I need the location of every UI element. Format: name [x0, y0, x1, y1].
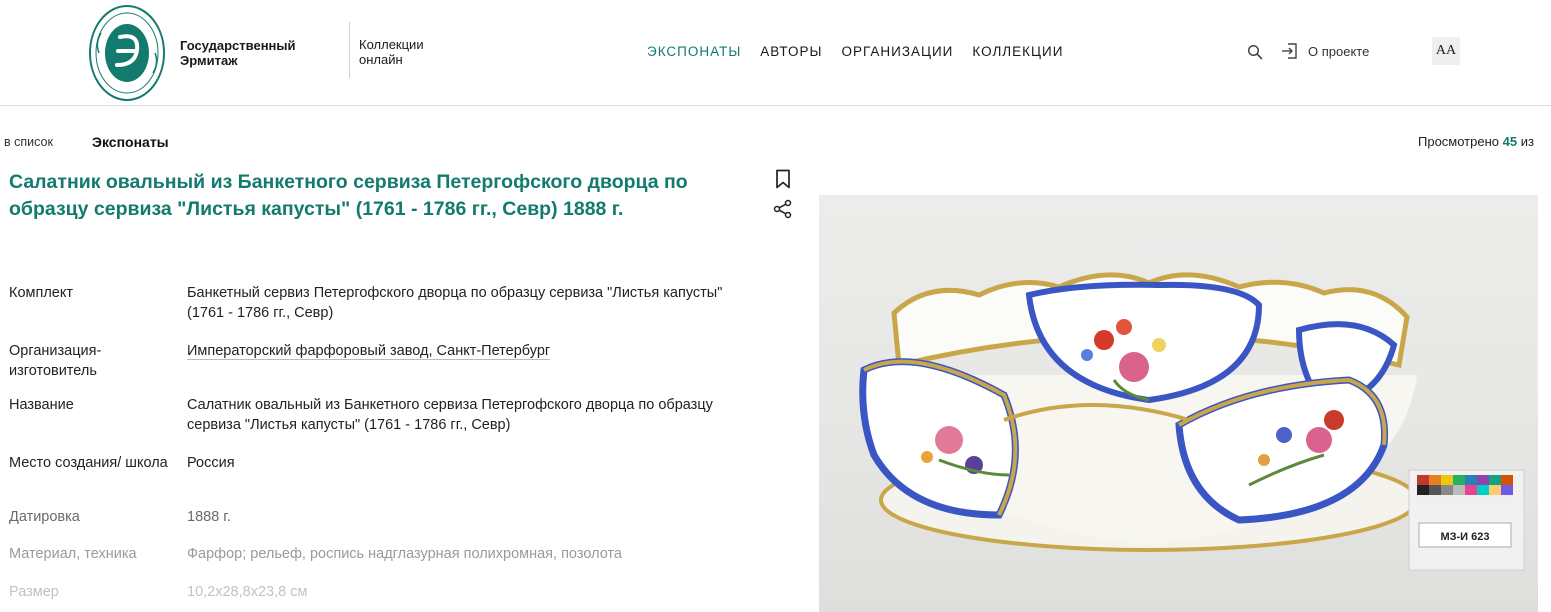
detail-label: Материал, техника: [9, 546, 137, 562]
inventory-tag: МЗ-И 623: [1440, 531, 1489, 543]
back-to-list-link[interactable]: в список: [4, 135, 53, 149]
login-icon[interactable]: [1281, 42, 1299, 60]
section-line2: онлайн: [359, 52, 403, 67]
viewed-suffix: из: [1520, 134, 1534, 149]
museum-name-line2: Эрмитаж: [180, 53, 238, 68]
breadcrumb-current: Экспонаты: [92, 134, 169, 150]
detail-value: Фарфор; рельеф, роспись надглазурная пол…: [187, 546, 622, 562]
museum-name-line1: Государственный: [180, 38, 296, 53]
detail-value: Банкетный сервиз Петергофского дворца по…: [187, 285, 723, 321]
detail-value: Россия: [187, 455, 235, 471]
font-size-button[interactable]: AA: [1432, 37, 1460, 65]
page-title: Салатник овальный из Банкетного сервиза …: [9, 171, 688, 220]
share-icon[interactable]: [773, 199, 793, 219]
museum-name[interactable]: Государственный Эрмитаж: [180, 38, 296, 68]
viewed-count: 45: [1502, 134, 1518, 149]
hermitage-logo[interactable]: [87, 3, 167, 103]
maker-link[interactable]: Императорский фарфоровый завод, Санкт-Пе…: [187, 341, 747, 361]
detail-label: Комплект: [9, 285, 74, 301]
detail-value: Салатник овальный из Банкетного сервиза …: [187, 397, 713, 433]
porcelain-bowl-image: МЗ-И 623: [859, 272, 1525, 571]
nav-collections[interactable]: КОЛЛЕКЦИИ: [972, 44, 1063, 59]
detail-label: Организация-изготовитель: [9, 343, 102, 379]
detail-value: 10,2x28,8x23,8 см: [187, 584, 308, 600]
detail-label: Название: [9, 397, 74, 413]
section-line1: Коллекции: [359, 37, 424, 52]
viewed-prefix: Просмотрено: [1418, 134, 1500, 149]
nav-exhibits[interactable]: ЭКСПОНАТЫ: [647, 44, 741, 59]
header-divider: [349, 22, 350, 78]
detail-label: Место создания/ школа: [9, 455, 168, 471]
main-nav: ЭКСПОНАТЫ АВТОРЫ ОРГАНИЗАЦИИ КОЛЛЕКЦИИ: [647, 44, 1063, 59]
viewed-counter: Просмотрено 45 из: [1418, 134, 1534, 149]
exhibit-photo[interactable]: МЗ-И 623: [819, 195, 1538, 612]
detail-label: Датировка: [9, 509, 80, 525]
nav-authors[interactable]: АВТОРЫ: [760, 44, 822, 59]
nav-organizations[interactable]: ОРГАНИЗАЦИИ: [841, 44, 953, 59]
about-project-link[interactable]: О проекте: [1308, 44, 1369, 59]
site-header: Государственный Эрмитаж Коллекции онлайн…: [0, 0, 1551, 106]
bookmark-icon[interactable]: [775, 169, 791, 189]
collections-online-label[interactable]: Коллекции онлайн: [359, 37, 424, 67]
detail-value: 1888 г.: [187, 509, 231, 525]
search-icon[interactable]: [1247, 44, 1263, 60]
detail-label: Размер: [9, 584, 59, 600]
